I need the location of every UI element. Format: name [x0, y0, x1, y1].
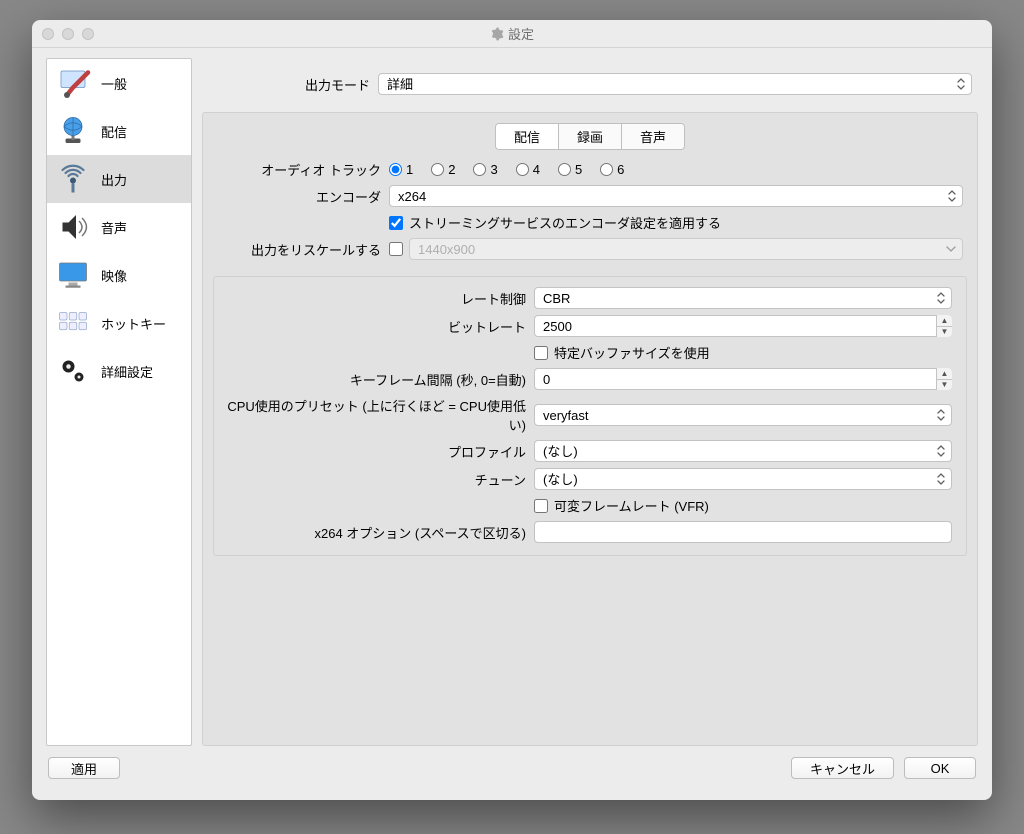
subtab-stream[interactable]: 配信	[496, 124, 559, 149]
wrench-icon	[53, 63, 93, 103]
encoder-label: エンコーダ	[213, 187, 389, 206]
audio-track-radios: 1 2 3 4 5 6	[389, 162, 624, 177]
sidebar-item-label: 音声	[101, 218, 127, 237]
vfr-label: 可変フレームレート (VFR)	[554, 496, 709, 515]
encoder-settings-panel: レート制御 CBR ビットレート ▲▼	[213, 276, 967, 556]
sidebar-item-label: 出力	[101, 170, 127, 189]
settings-window: 設定 一般 配信	[32, 20, 992, 800]
rate-control-label: レート制御	[224, 289, 534, 308]
tune-label: チューン	[224, 470, 534, 489]
sidebar-item-hotkeys[interactable]: ホットキー	[47, 299, 191, 347]
streaming-output-area: 配信 録画 音声 オーディオ トラック 1 2 3 4 5	[202, 112, 978, 746]
keyboard-icon	[53, 303, 93, 343]
ok-button[interactable]: OK	[904, 757, 976, 779]
step-up-icon: ▲	[937, 315, 952, 327]
settings-sidebar: 一般 配信 出力 音声	[46, 58, 192, 746]
audio-track-6[interactable]: 6	[600, 162, 624, 177]
audio-track-5[interactable]: 5	[558, 162, 582, 177]
sidebar-item-general[interactable]: 一般	[47, 59, 191, 107]
cancel-button[interactable]: キャンセル	[791, 757, 894, 779]
sidebar-item-stream[interactable]: 配信	[47, 107, 191, 155]
step-down-icon: ▼	[937, 380, 952, 391]
sidebar-item-output[interactable]: 出力	[47, 155, 191, 203]
preset-label: CPU使用のプリセット (上に行くほど = CPU使用低い)	[224, 396, 534, 434]
audio-track-4[interactable]: 4	[516, 162, 540, 177]
output-settings-panel: 出力モード 詳細 配信 録画 音声 オーディ	[202, 58, 978, 746]
subtab-audio[interactable]: 音声	[622, 124, 684, 149]
window-title: 設定	[32, 24, 992, 43]
apply-button[interactable]: 適用	[48, 757, 120, 779]
rate-control-select[interactable]: CBR	[534, 287, 952, 309]
x264opts-label: x264 オプション (スペースで区切る)	[224, 523, 534, 542]
output-mode-select[interactable]: 詳細	[378, 73, 972, 95]
keyint-label: キーフレーム間隔 (秒, 0=自動)	[224, 370, 534, 389]
apply-service-settings-checkbox[interactable]	[389, 216, 403, 230]
titlebar: 設定	[32, 20, 992, 48]
tune-select[interactable]: (なし)	[534, 468, 952, 490]
dialog-footer: 適用 キャンセル OK	[46, 746, 978, 790]
apply-service-settings-label: ストリーミングサービスのエンコーダ設定を適用する	[409, 213, 721, 232]
rescale-label: 出力をリスケールする	[213, 240, 389, 259]
audio-track-1[interactable]: 1	[389, 162, 413, 177]
sidebar-item-label: ホットキー	[101, 314, 166, 333]
bitrate-stepper[interactable]: ▲▼	[936, 315, 952, 337]
sidebar-item-audio[interactable]: 音声	[47, 203, 191, 251]
bitrate-label: ビットレート	[224, 317, 534, 336]
audio-track-2[interactable]: 2	[431, 162, 455, 177]
monitor-icon	[53, 255, 93, 295]
output-mode-label: 出力モード	[202, 75, 378, 94]
step-up-icon: ▲	[937, 368, 952, 380]
sidebar-item-label: 配信	[101, 122, 127, 141]
profile-select[interactable]: (なし)	[534, 440, 952, 462]
profile-label: プロファイル	[224, 442, 534, 461]
gears-icon	[53, 351, 93, 391]
bitrate-input[interactable]	[534, 315, 952, 337]
keyint-stepper[interactable]: ▲▼	[936, 368, 952, 390]
subtab-record[interactable]: 録画	[559, 124, 622, 149]
output-subtabs: 配信 録画 音声	[495, 123, 685, 150]
broadcast-icon	[53, 159, 93, 199]
sidebar-item-label: 映像	[101, 266, 127, 285]
x264opts-input[interactable]	[534, 521, 952, 543]
preset-select[interactable]: veryfast	[534, 404, 952, 426]
custom-buffer-checkbox[interactable]	[534, 346, 548, 360]
rescale-select: 1440x900	[409, 238, 963, 260]
audio-track-label: オーディオ トラック	[213, 160, 389, 179]
sidebar-item-advanced[interactable]: 詳細設定	[47, 347, 191, 395]
custom-buffer-label: 特定バッファサイズを使用	[554, 343, 710, 362]
vfr-checkbox[interactable]	[534, 499, 548, 513]
step-down-icon: ▼	[937, 327, 952, 338]
speaker-icon	[53, 207, 93, 247]
sidebar-item-label: 詳細設定	[101, 362, 153, 381]
sidebar-item-video[interactable]: 映像	[47, 251, 191, 299]
gear-icon	[490, 27, 504, 41]
window-title-text: 設定	[508, 24, 534, 43]
rescale-checkbox[interactable]	[389, 242, 403, 256]
encoder-select[interactable]: x264	[389, 185, 963, 207]
keyint-input[interactable]	[534, 368, 952, 390]
sidebar-item-label: 一般	[101, 74, 127, 93]
globe-icon	[53, 111, 93, 151]
audio-track-3[interactable]: 3	[473, 162, 497, 177]
